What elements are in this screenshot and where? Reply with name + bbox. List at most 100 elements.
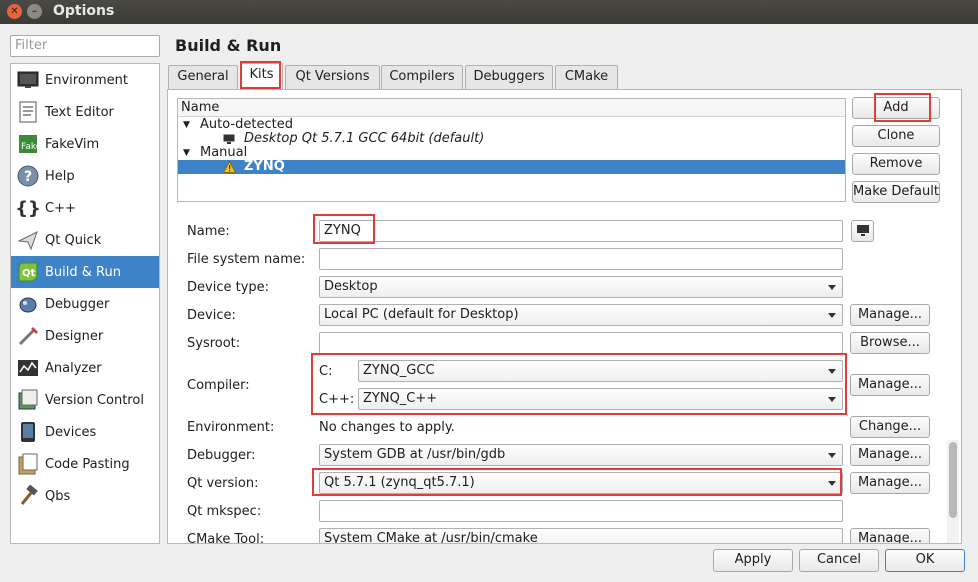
device-icon-button[interactable] [851, 220, 874, 242]
category-environment[interactable]: Environment [11, 64, 159, 96]
manage-cmake-button[interactable]: Manage... [850, 528, 930, 543]
device-type-select[interactable]: Desktop [319, 276, 843, 298]
svg-text:Fake: Fake [21, 142, 39, 152]
cmake-tool-label: CMake Tool: [187, 532, 265, 543]
category-analyzer[interactable]: Analyzer [11, 352, 159, 384]
compiler-cpp-label: C++: [319, 392, 355, 407]
debugger-label: Debugger: [187, 448, 256, 463]
device-select[interactable]: Local PC (default for Desktop) [319, 304, 843, 326]
category-version-control[interactable]: Version Control [11, 384, 159, 416]
category-fakevim[interactable]: Fake FakeVim [11, 128, 159, 160]
change-environment-button[interactable]: Change... [850, 416, 930, 438]
paper-plane-icon [16, 228, 40, 252]
warning-icon [222, 160, 237, 177]
tab-kits[interactable]: Kits [240, 63, 283, 90]
monitor-icon [856, 225, 869, 236]
chevron-down-icon [828, 285, 836, 290]
text-editor-icon [16, 100, 40, 124]
tree-item-desktop-kit[interactable]: Desktop Qt 5.7.1 GCC 64bit (default) [178, 132, 845, 146]
analyzer-icon [16, 356, 40, 380]
category-qbs[interactable]: Qbs [11, 480, 159, 512]
compiler-c-label: C: [319, 364, 333, 379]
help-icon: ? [16, 164, 40, 188]
scrollbar-thumb[interactable] [949, 442, 957, 518]
chevron-down-icon [828, 369, 836, 374]
qt-mkspec-input[interactable] [319, 500, 843, 522]
cmake-tool-select[interactable]: System CMake at /usr/bin/cmake [319, 528, 843, 543]
add-kit-button[interactable]: Add [852, 97, 940, 119]
tree-item-zynq[interactable]: ZYNQ [178, 160, 845, 174]
category-list: Environment Text Editor Fake FakeVim ? H… [10, 63, 160, 544]
browse-sysroot-button[interactable]: Browse... [850, 332, 930, 354]
compiler-cpp-select[interactable]: ZYNQ_C++ [358, 388, 843, 410]
tab-general[interactable]: General [168, 65, 238, 89]
tab-compilers[interactable]: Compilers [381, 65, 463, 89]
bug-icon [16, 292, 40, 316]
window-title: Options [53, 3, 115, 19]
expand-arrow-icon[interactable]: ▼ [183, 118, 190, 132]
make-default-button[interactable]: Make Default [852, 181, 940, 203]
tree-header-name: Name [178, 99, 845, 117]
code-pasting-icon [16, 452, 40, 476]
chevron-down-icon [828, 397, 836, 402]
cmake-row-clip: CMake Tool: System CMake at /usr/bin/cma… [168, 526, 946, 543]
file-system-name-label: File system name: [187, 252, 306, 267]
title-bar: ✕ – Options [0, 0, 978, 24]
category-help[interactable]: ? Help [11, 160, 159, 192]
category-text-editor[interactable]: Text Editor [11, 96, 159, 128]
environment-value: No changes to apply. [319, 420, 455, 435]
debugger-select[interactable]: System GDB at /usr/bin/gdb [319, 444, 843, 466]
tab-debuggers[interactable]: Debuggers [465, 65, 553, 89]
qt-version-label: Qt version: [187, 476, 259, 491]
environment-label: Environment: [187, 420, 275, 435]
compiler-c-select[interactable]: ZYNQ_GCC [358, 360, 843, 382]
category-code-pasting[interactable]: Code Pasting [11, 448, 159, 480]
device-type-label: Device type: [187, 280, 270, 295]
file-system-name-input[interactable] [319, 248, 843, 270]
qt-icon: Qt [16, 260, 40, 284]
remove-kit-button[interactable]: Remove [852, 153, 940, 175]
minimize-window-button[interactable]: – [27, 4, 42, 19]
compiler-label: Compiler: [187, 378, 250, 393]
manage-device-button[interactable]: Manage... [850, 304, 930, 326]
braces-icon: {} [15, 197, 41, 219]
manage-compiler-button[interactable]: Manage... [850, 374, 930, 396]
qt-mkspec-label: Qt mkspec: [187, 504, 262, 519]
tree-group-manual[interactable]: ▼ Manual [178, 146, 845, 160]
monitor-icon [16, 68, 40, 92]
designer-icon [16, 324, 40, 348]
manage-debugger-button[interactable]: Manage... [850, 444, 930, 466]
tab-cmake[interactable]: CMake [555, 65, 618, 89]
category-qt-quick[interactable]: Qt Quick [11, 224, 159, 256]
form-scrollbar[interactable] [947, 440, 959, 543]
svg-text:Qt: Qt [22, 268, 36, 279]
hammer-icon [16, 484, 40, 508]
version-control-icon [16, 388, 40, 412]
apply-button[interactable]: Apply [713, 549, 793, 572]
filter-input[interactable]: Filter [10, 35, 160, 57]
qt-version-select[interactable]: Qt 5.7.1 (zynq_qt5.7.1) [319, 472, 843, 494]
name-label: Name: [187, 224, 230, 239]
close-window-button[interactable]: ✕ [7, 4, 22, 19]
manage-qt-version-button[interactable]: Manage... [850, 472, 930, 494]
clone-kit-button[interactable]: Clone [852, 125, 940, 147]
category-devices[interactable]: Devices [11, 416, 159, 448]
svg-text:?: ? [24, 169, 32, 185]
kits-tree[interactable]: Name ▼ Auto-detected Desktop Qt 5.7.1 GC… [177, 98, 846, 202]
category-cpp[interactable]: {} C++ [11, 192, 159, 224]
tree-group-auto-detected[interactable]: ▼ Auto-detected [178, 118, 845, 132]
ok-button[interactable]: OK [885, 549, 965, 572]
sysroot-label: Sysroot: [187, 336, 241, 351]
expand-arrow-icon[interactable]: ▼ [183, 146, 190, 160]
page-title: Build & Run [175, 36, 282, 55]
category-debugger[interactable]: Debugger [11, 288, 159, 320]
device-label: Device: [187, 308, 236, 323]
cancel-button[interactable]: Cancel [799, 549, 879, 572]
kit-name-input[interactable]: ZYNQ [319, 220, 843, 242]
device-icon [16, 420, 40, 444]
chevron-down-icon [828, 313, 836, 318]
category-build-run[interactable]: Qt Build & Run [11, 256, 159, 288]
tab-qt-versions[interactable]: Qt Versions [285, 65, 380, 89]
category-designer[interactable]: Designer [11, 320, 159, 352]
sysroot-input[interactable] [319, 332, 843, 354]
